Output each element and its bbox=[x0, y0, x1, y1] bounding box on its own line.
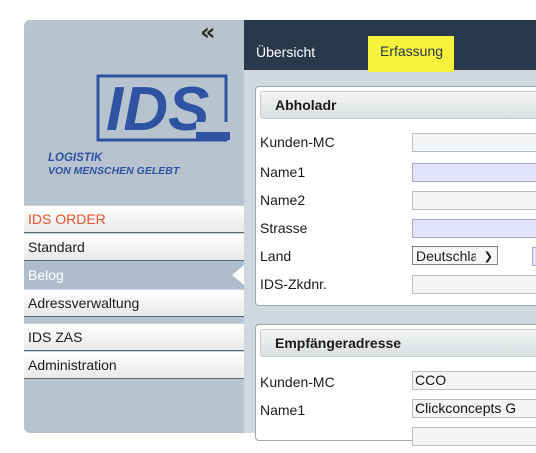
tab-bar: Übersicht Erfassung bbox=[244, 20, 536, 72]
sidebar-item-ids-order[interactable]: IDS ORDER bbox=[24, 205, 244, 233]
empfaenger-name1-input[interactable]: Clickconcepts G bbox=[412, 399, 536, 418]
sidebar-nav: IDS ORDER Standard Belog Adressverwaltun… bbox=[24, 205, 244, 379]
field-label: IDS-Zkdnr. bbox=[260, 276, 327, 292]
name2-input[interactable] bbox=[412, 191, 536, 210]
ids-zkdnr-input[interactable] bbox=[412, 275, 536, 294]
sidebar: « IDS LOGISTIK VON MENSCHEN GELEBT IDS O… bbox=[24, 20, 244, 433]
ids-logo: IDS LOGISTIK VON MENSCHEN GELEBT bbox=[46, 72, 232, 192]
sidebar-item-adressverwaltung[interactable]: Adressverwaltung bbox=[24, 289, 244, 317]
kunden-mc-input[interactable] bbox=[412, 133, 536, 152]
field-label: Name2 bbox=[260, 192, 306, 208]
plz-input[interactable] bbox=[532, 247, 536, 266]
collapse-sidebar-icon[interactable]: « bbox=[200, 20, 222, 44]
empfaengeradresse-panel: Empfängeradresse Kunden-MC CCO Name1 Cli… bbox=[255, 324, 536, 446]
svg-text:IDS: IDS bbox=[106, 75, 209, 144]
sidebar-item-ids-zas[interactable]: IDS ZAS bbox=[24, 323, 244, 351]
empfaenger-kunden-mc-input[interactable]: CCO bbox=[412, 371, 536, 390]
sidebar-item-standard[interactable]: Standard bbox=[24, 233, 244, 261]
sidebar-item-label: Belog bbox=[28, 267, 64, 283]
land-select[interactable]: Deutschland ❯ bbox=[412, 246, 498, 265]
strasse-input[interactable] bbox=[412, 219, 536, 238]
empfaenger-name2-input[interactable] bbox=[412, 427, 536, 446]
active-indicator bbox=[232, 265, 244, 285]
name1-input[interactable] bbox=[412, 163, 536, 182]
ids-logo-mark: IDS bbox=[96, 74, 232, 144]
field-label: Strasse bbox=[260, 220, 308, 236]
field-label: Name1 bbox=[260, 164, 306, 180]
logo-tagline: LOGISTIK VON MENSCHEN GELEBT bbox=[48, 152, 180, 177]
field-label: Kunden-MC bbox=[260, 374, 335, 390]
tab-uebersicht[interactable]: Übersicht bbox=[256, 42, 315, 70]
sidebar-item-administration[interactable]: Administration bbox=[24, 351, 244, 379]
field-label: Land bbox=[260, 248, 292, 264]
field-label: Kunden-MC bbox=[260, 134, 335, 150]
land-select-value: Deutschland bbox=[416, 248, 476, 264]
tab-erfassung[interactable]: Erfassung bbox=[368, 36, 455, 72]
panel-title: Empfängeradresse bbox=[260, 329, 536, 357]
abholadresse-panel: Abholadr Kunden-MC Name1 Name2 Strasse L… bbox=[255, 86, 536, 306]
panel-title: Abholadr bbox=[260, 91, 536, 119]
sidebar-item-belog[interactable]: Belog bbox=[24, 261, 244, 289]
main-content: Übersicht Erfassung Abholadr Kunden-MC N… bbox=[244, 20, 536, 446]
chevron-down-icon: ❯ bbox=[483, 250, 493, 263]
field-label: Name1 bbox=[260, 402, 306, 418]
